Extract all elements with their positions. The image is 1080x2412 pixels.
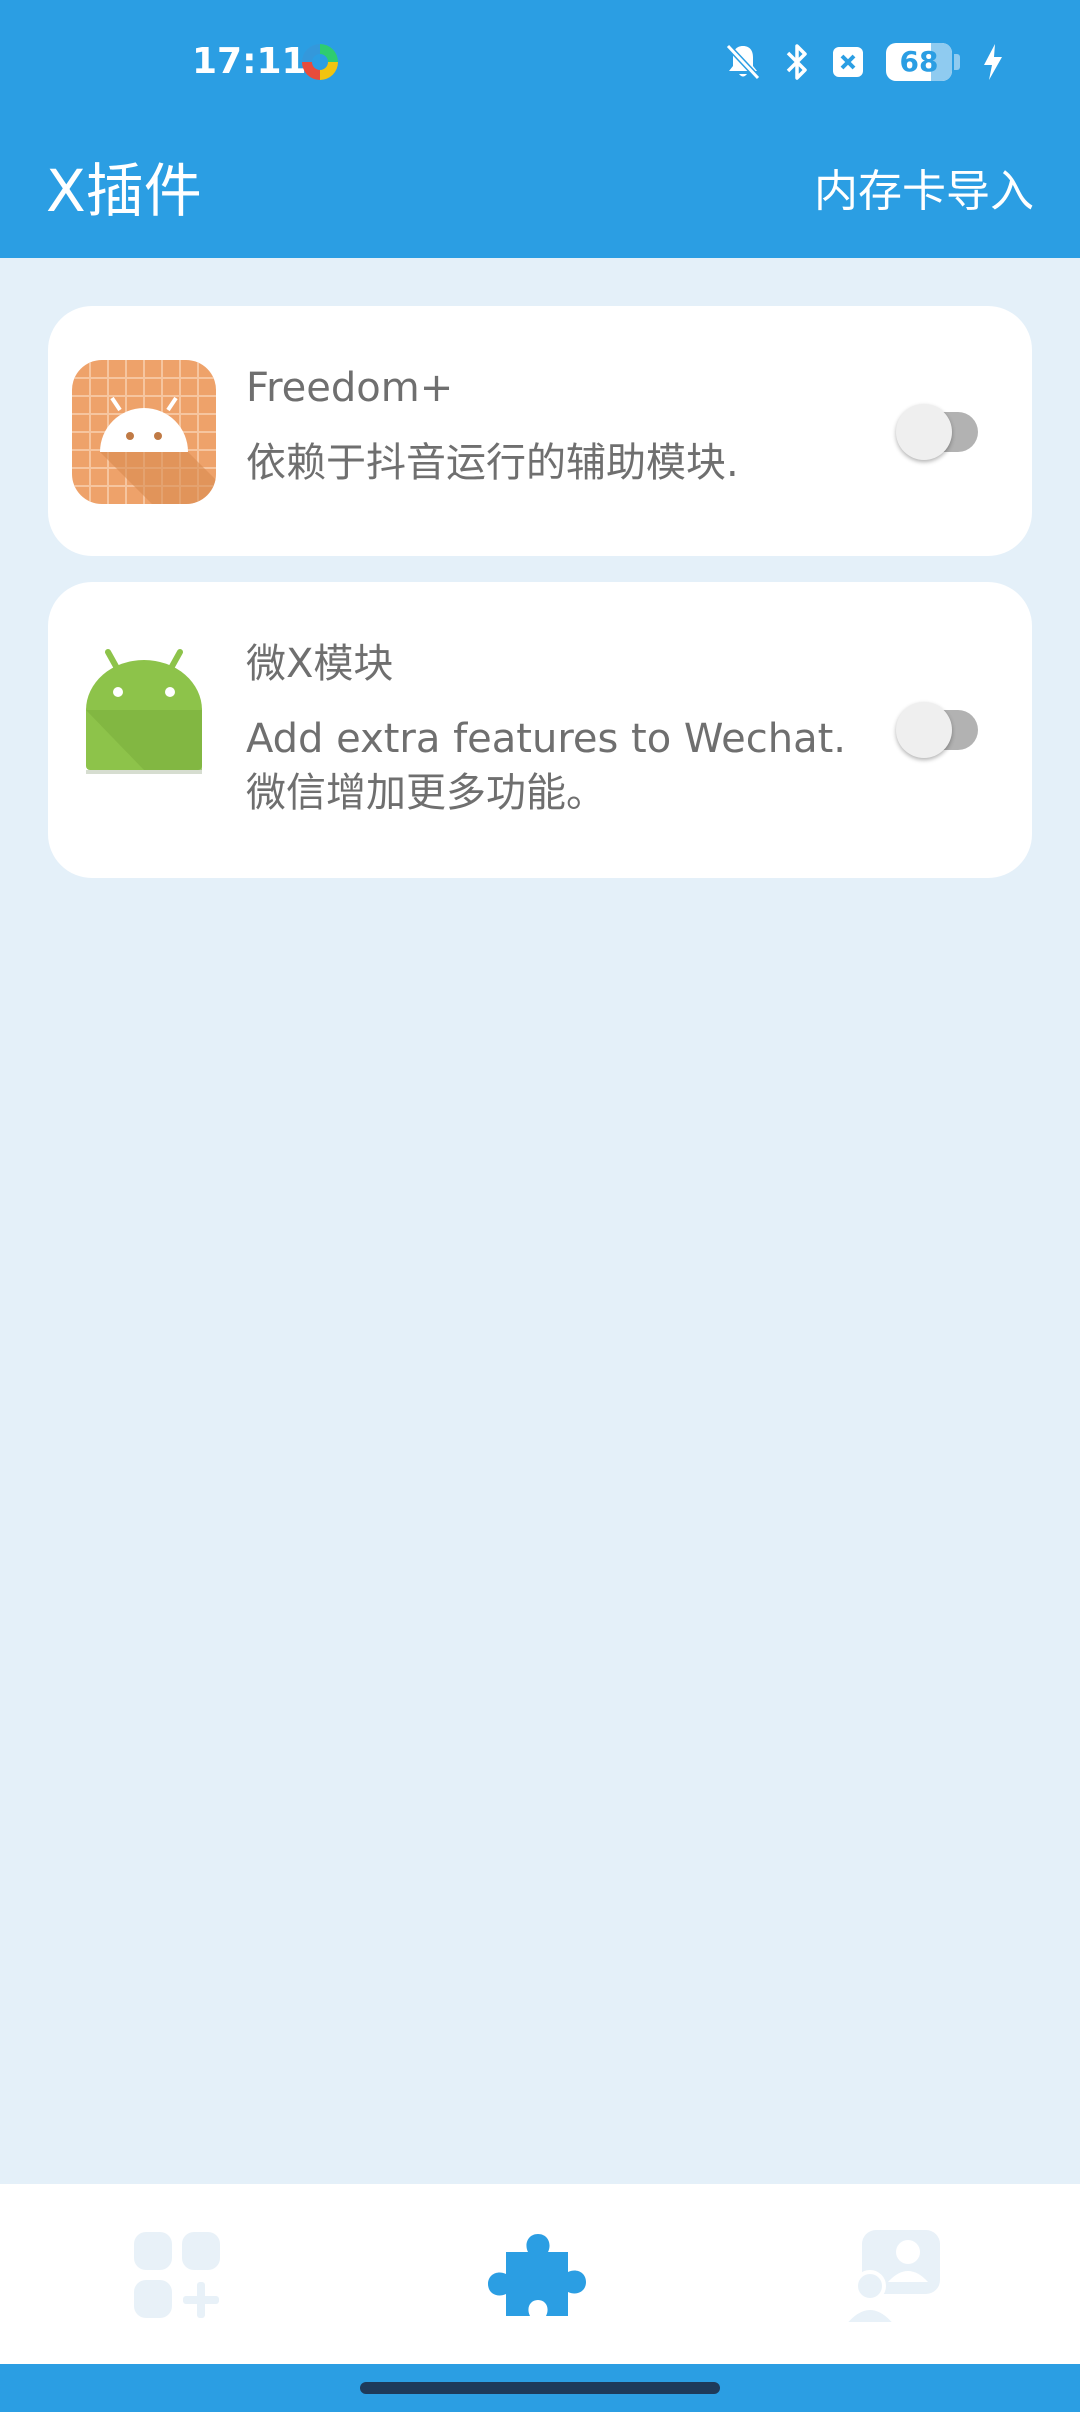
gesture-navigation-bar — [0, 2364, 1080, 2412]
module-description: 依赖于抖音运行的辅助模块. — [246, 436, 856, 490]
battery-icon: 68 — [886, 43, 952, 81]
module-description-line: 依赖于抖音运行的辅助模块. — [246, 440, 739, 486]
sdcard-import-button[interactable]: 内存卡导入 — [814, 164, 1034, 220]
nav-modules[interactable] — [484, 2220, 594, 2330]
nav-profile[interactable] — [840, 2220, 950, 2330]
toggle-thumb — [896, 702, 952, 758]
gesture-handle[interactable] — [360, 2382, 720, 2394]
colorful-circle-app-icon — [302, 44, 338, 80]
user-profile-icon — [840, 2230, 940, 2326]
battery-nub — [954, 54, 960, 70]
charging-bolt-icon — [982, 42, 1004, 82]
battery-level: 68 — [899, 45, 939, 78]
status-icons: 68 — [724, 38, 1004, 86]
module-name: Freedom+ — [246, 365, 454, 411]
module-description-line: 微信增加更多功能。 — [246, 770, 606, 816]
nav-apps[interactable] — [126, 2220, 236, 2330]
freedom-android-icon — [72, 360, 216, 504]
module-toggle-freedom-plus[interactable] — [878, 390, 1020, 470]
module-toggle-wx[interactable] — [878, 688, 1020, 768]
bluetooth-icon — [784, 42, 810, 82]
app-bar: X插件 内存卡导入 — [0, 124, 1080, 258]
module-name: 微X模块 — [246, 641, 394, 687]
page-title: X插件 — [46, 157, 202, 225]
module-description-line: Add extra features to Wechat. — [246, 716, 846, 762]
puzzle-piece-icon — [488, 2234, 586, 2316]
module-text: Freedom+ 依赖于抖音运行的辅助模块. — [246, 362, 856, 490]
toggle-thumb — [896, 404, 952, 460]
close-box-icon — [832, 45, 864, 79]
app-header: 17:11 68 X插件 内存卡导入 — [0, 0, 1080, 258]
module-text: 微X模块 Add extra features to Wechat. 微信增加更… — [246, 638, 856, 820]
android-robot-icon — [72, 638, 216, 782]
module-description: Add extra features to Wechat. 微信增加更多功能。 — [246, 712, 856, 820]
notifications-off-icon — [724, 42, 762, 82]
status-time: 17:11 — [192, 41, 307, 82]
status-bar: 17:11 68 — [0, 0, 1080, 124]
bottom-navigation — [0, 2184, 1080, 2364]
apps-add-icon — [134, 2232, 220, 2318]
